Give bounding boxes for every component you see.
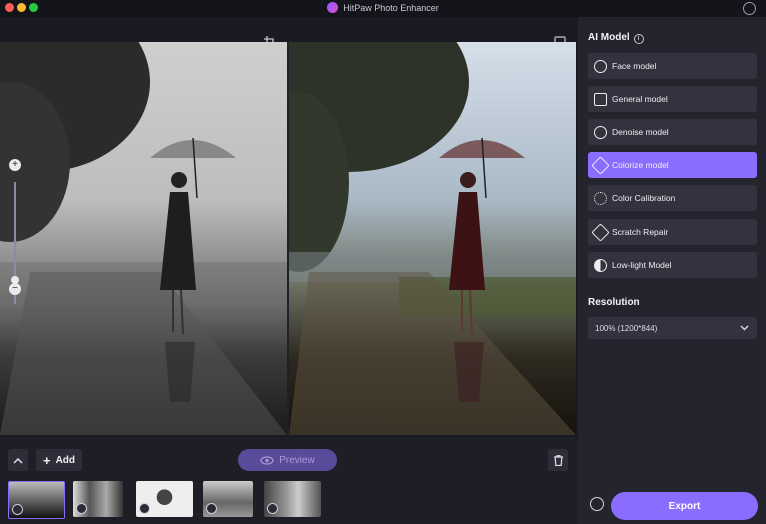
color-calibration-label: Color Calibration — [612, 193, 676, 203]
face-model-label: Face model — [612, 61, 657, 71]
app-logo-icon — [327, 2, 339, 13]
compare-divider[interactable] — [287, 42, 289, 435]
settings-sidebar: AI Model i Face model General model Denoi… — [578, 17, 766, 524]
face-icon — [267, 503, 278, 514]
delete-button[interactable] — [548, 449, 568, 471]
thumbnail-2[interactable] — [73, 481, 123, 517]
resolution-heading: Resolution — [588, 297, 640, 308]
denoise-model-button[interactable]: Denoise model — [588, 119, 757, 145]
denoise-model-label: Denoise model — [612, 127, 669, 137]
zoom-out-button[interactable]: − — [9, 283, 21, 295]
export-button[interactable]: Export — [611, 492, 758, 520]
gear-icon[interactable] — [590, 497, 604, 511]
image-compare-view[interactable] — [0, 42, 576, 435]
general-model-label: General model — [612, 94, 668, 104]
thumbnail-3[interactable] — [136, 481, 193, 517]
enhanced-image — [289, 42, 576, 435]
user-account-icon[interactable] — [743, 2, 756, 15]
eye-icon — [260, 455, 274, 465]
preview-button-label: Preview — [279, 454, 315, 466]
bottom-toolbar: + Add Preview — [0, 437, 578, 524]
sun-icon — [594, 191, 607, 205]
preview-button[interactable]: Preview — [238, 449, 337, 471]
colorize-model-label: Colorize model — [612, 160, 669, 170]
general-model-button[interactable]: General model — [588, 86, 757, 112]
scratch-repair-label: Scratch Repair — [612, 227, 669, 237]
plus-icon: + — [42, 452, 51, 468]
thumbnail-4[interactable] — [203, 481, 253, 517]
chevron-down-icon — [740, 325, 749, 331]
colorize-icon — [206, 503, 217, 514]
add-button-label: Add — [55, 454, 76, 466]
scratch-repair-icon — [591, 222, 610, 242]
app-title: HitPaw Photo Enhancer — [0, 2, 766, 13]
face-icon — [594, 59, 607, 73]
add-button[interactable]: + Add — [36, 449, 82, 471]
colorize-icon — [76, 503, 87, 514]
info-icon[interactable]: i — [633, 34, 644, 44]
original-image — [0, 42, 287, 435]
thumbnail-1[interactable] — [8, 481, 65, 519]
colorize-icon — [139, 503, 150, 514]
thumbnail-5[interactable] — [264, 481, 321, 517]
low-light-model-label: Low-light Model — [612, 260, 672, 270]
resolution-select[interactable]: 100% (1200*844) — [588, 317, 757, 339]
colorize-icon — [591, 155, 610, 175]
ai-model-title: AI Model — [588, 32, 630, 43]
collapse-thumbnails-button[interactable] — [8, 449, 28, 471]
denoise-icon — [594, 125, 607, 139]
colorize-model-button[interactable]: Colorize model — [588, 152, 757, 178]
colorize-icon — [12, 504, 23, 515]
trash-icon — [553, 454, 563, 466]
zoom-in-button[interactable]: + — [9, 159, 21, 171]
resolution-value: 100% (1200*844) — [595, 323, 658, 333]
scratch-repair-button[interactable]: Scratch Repair — [588, 219, 757, 245]
face-model-button[interactable]: Face model — [588, 53, 757, 79]
app-title-text: HitPaw Photo Enhancer — [343, 3, 439, 13]
low-light-icon — [594, 258, 607, 272]
ai-model-heading: AI Model i — [588, 32, 644, 44]
title-bar: HitPaw Photo Enhancer — [0, 0, 766, 17]
color-calibration-button[interactable]: Color Calibration — [588, 185, 757, 211]
image-icon — [594, 92, 607, 106]
low-light-model-button[interactable]: Low-light Model — [588, 252, 757, 278]
